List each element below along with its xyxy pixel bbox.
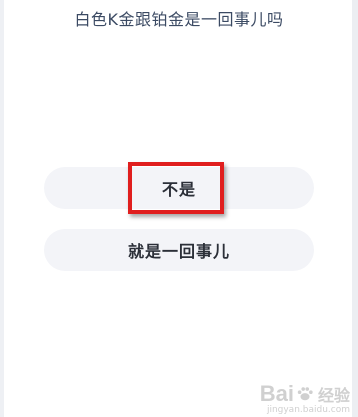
answer-option-label: 不是 [161,180,196,199]
watermark-logo-right: 经验 [317,388,350,405]
baidu-jingyan-watermark: Bai 经验 jingyan.baidu.com [260,381,350,415]
watermark-logo-left: Bai [259,381,294,406]
watermark-url: jingyan.baidu.com [266,405,350,415]
left-edge-divider [0,0,4,417]
answer-option-label: 就是一回事儿 [127,242,230,261]
question-text: 白色K金跟铂金是一回事儿吗 [74,10,284,29]
answer-option-same-thing[interactable]: 就是一回事儿 [44,229,314,271]
answer-option-no[interactable]: 不是 [44,167,314,209]
paw-icon [297,387,313,401]
quiz-screen: 白色K金跟铂金是一回事儿吗 不是 就是一回事儿 Bai 经验 jingyan.b… [0,0,358,417]
watermark-logo: Bai 经验 [260,381,350,407]
right-edge-divider [352,0,358,417]
